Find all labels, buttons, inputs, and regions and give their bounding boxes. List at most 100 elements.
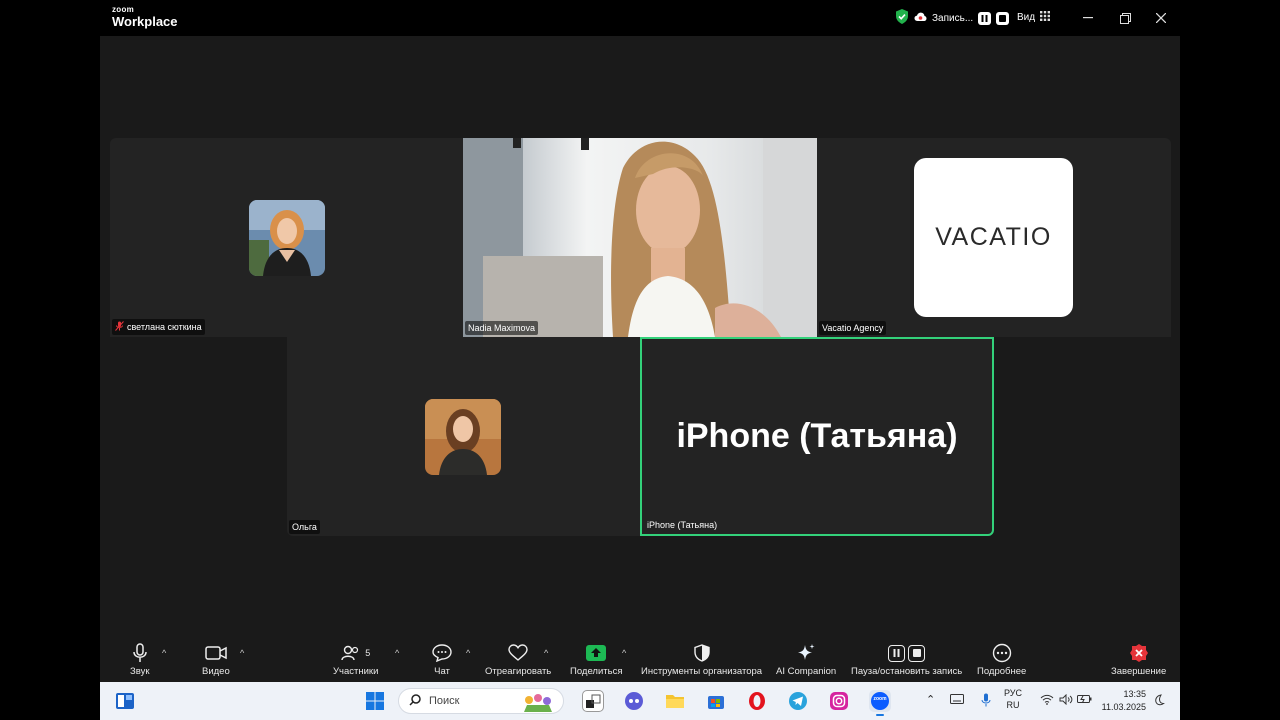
react-label: Отреагировать (485, 666, 552, 677)
cloud-record-icon (914, 12, 927, 25)
end-meeting-button[interactable]: Завершение (1111, 642, 1166, 677)
audio-button[interactable]: Звук (130, 642, 149, 677)
end-icon (1129, 642, 1149, 664)
stop-icon (908, 644, 926, 662)
participant-name: светлана сюткина (127, 322, 202, 332)
flowers-icon (521, 692, 555, 715)
video-label: Видео (202, 666, 230, 677)
telegram-icon[interactable] (787, 690, 809, 712)
os-taskbar: Поиск zoom ⌃ РУС RU 13:35 11.03.2025 (100, 682, 1180, 720)
participants-icon: 5 (341, 642, 370, 664)
participant-name: Nadia Maximova (468, 323, 536, 333)
grid-icon (1040, 11, 1051, 24)
pause-stop-recording-button[interactable]: Пауза/остановить запись (851, 642, 962, 677)
minimize-icon[interactable] (1078, 8, 1098, 28)
heart-icon (508, 642, 528, 664)
copilot-icon[interactable] (623, 690, 645, 712)
logo-small-text: zoom (112, 5, 135, 14)
logo-large-text: Workplace (112, 14, 178, 29)
volume-icon[interactable] (1059, 693, 1073, 707)
participant-name-tag: iPhone (Татьяна) (644, 518, 720, 532)
share-options-chevron-icon[interactable]: ^ (622, 648, 626, 658)
participant-tile[interactable]: светлана сюткина (110, 138, 463, 337)
language-top: РУС (1004, 688, 1023, 698)
microsoft-store-icon[interactable] (705, 690, 727, 712)
chat-label: Чат (434, 666, 450, 677)
react-button[interactable]: Отреагировать (485, 642, 551, 677)
file-explorer-icon[interactable] (664, 690, 686, 712)
shield-icon[interactable] (895, 9, 909, 27)
task-view-icon[interactable] (582, 690, 604, 712)
share-button[interactable]: Поделиться (570, 642, 622, 677)
participant-name-tag: Nadia Maximova (465, 321, 539, 335)
video-options-chevron-icon[interactable]: ^ (240, 648, 244, 658)
wifi-icon[interactable] (1040, 694, 1054, 707)
participants-options-chevron-icon[interactable]: ^ (395, 648, 399, 658)
search-icon (409, 693, 421, 709)
taskbar-search[interactable]: Поиск (398, 688, 564, 714)
avatar (249, 200, 325, 276)
chevron-up-icon[interactable]: ⌃ (926, 693, 935, 706)
keyboard-icon[interactable] (950, 694, 964, 706)
opera-icon[interactable] (746, 690, 768, 712)
participant-name-tag: светлана сюткина (112, 319, 205, 335)
participant-tile[interactable]: Ольга (287, 337, 640, 536)
shield-icon (693, 642, 710, 664)
chat-options-chevron-icon[interactable]: ^ (466, 648, 470, 658)
do-not-disturb-icon[interactable] (1153, 694, 1165, 708)
pause-recording-button[interactable] (978, 11, 992, 25)
recording-controls-icon (888, 642, 926, 664)
close-icon[interactable] (1151, 8, 1171, 28)
mic-muted-icon (115, 321, 124, 333)
sparkle-icon (796, 642, 816, 664)
host-tools-label: Инструменты организатора (641, 666, 763, 677)
share-screen-icon (586, 642, 607, 664)
participant-tile[interactable]: Nadia Maximova (463, 138, 817, 337)
recording-label: Запись... (932, 12, 974, 24)
participants-button[interactable]: 5 Участники (333, 642, 378, 677)
zoom-icon-text: zoom (873, 696, 887, 702)
react-options-chevron-icon[interactable]: ^ (544, 648, 548, 658)
clock[interactable]: 13:35 11.03.2025 (1096, 688, 1146, 714)
restore-icon[interactable] (1115, 8, 1135, 28)
share-label: Поделиться (570, 666, 623, 677)
more-label: Подробнее (977, 666, 1027, 677)
windows-start-icon[interactable] (364, 690, 386, 712)
language-bottom: RU (1006, 700, 1020, 710)
ai-companion-label: AI Companion (776, 666, 837, 677)
recording-indicator[interactable]: Запись... (895, 9, 1010, 27)
pause-icon (888, 644, 906, 662)
more-button[interactable]: Подробнее (977, 642, 1026, 677)
participant-name-tag: Vacatio Agency (819, 321, 887, 335)
view-button[interactable]: Вид (1017, 11, 1051, 24)
participant-video (463, 138, 817, 337)
microphone-icon (132, 642, 148, 664)
search-placeholder: Поиск (429, 695, 460, 707)
host-tools-button[interactable]: Инструменты организатора (641, 642, 762, 677)
participant-tile-active-speaker[interactable]: iPhone (Татьяна) iPhone (Татьяна) (640, 337, 994, 536)
stop-recording-button[interactable] (996, 11, 1010, 25)
participant-tile[interactable]: VACATIO Vacatio Agency (817, 138, 1171, 337)
participant-name: iPhone (Татьяна) (647, 520, 718, 530)
view-label: Вид (1017, 12, 1036, 23)
zoom-app-icon[interactable]: zoom (869, 690, 891, 716)
avatar (425, 399, 501, 475)
video-button[interactable]: Видео (202, 642, 230, 677)
logo-text: VACATIO (935, 223, 1052, 251)
language-indicator[interactable]: РУС RU (1004, 687, 1022, 711)
participant-name: Vacatio Agency (822, 323, 884, 333)
ai-companion-button[interactable]: AI Companion (776, 642, 836, 677)
active-app-indicator (876, 714, 884, 716)
instagram-icon[interactable] (828, 690, 850, 712)
clock-date: 11.03.2025 (1101, 702, 1146, 712)
audio-options-chevron-icon[interactable]: ^ (162, 648, 166, 658)
microphone-tray-icon[interactable] (981, 693, 991, 709)
chat-button[interactable]: Чат (432, 642, 452, 677)
zoom-window: zoom Workplace Запись... Вид светлана сю… (100, 0, 1180, 682)
title-bar: zoom Workplace Запись... Вид (100, 0, 1180, 36)
participants-count: 5 (365, 648, 371, 658)
clock-time: 13:35 (1123, 689, 1146, 699)
end-label: Завершение (1111, 666, 1167, 677)
battery-icon[interactable] (1077, 694, 1092, 706)
widgets-icon[interactable] (114, 690, 136, 712)
